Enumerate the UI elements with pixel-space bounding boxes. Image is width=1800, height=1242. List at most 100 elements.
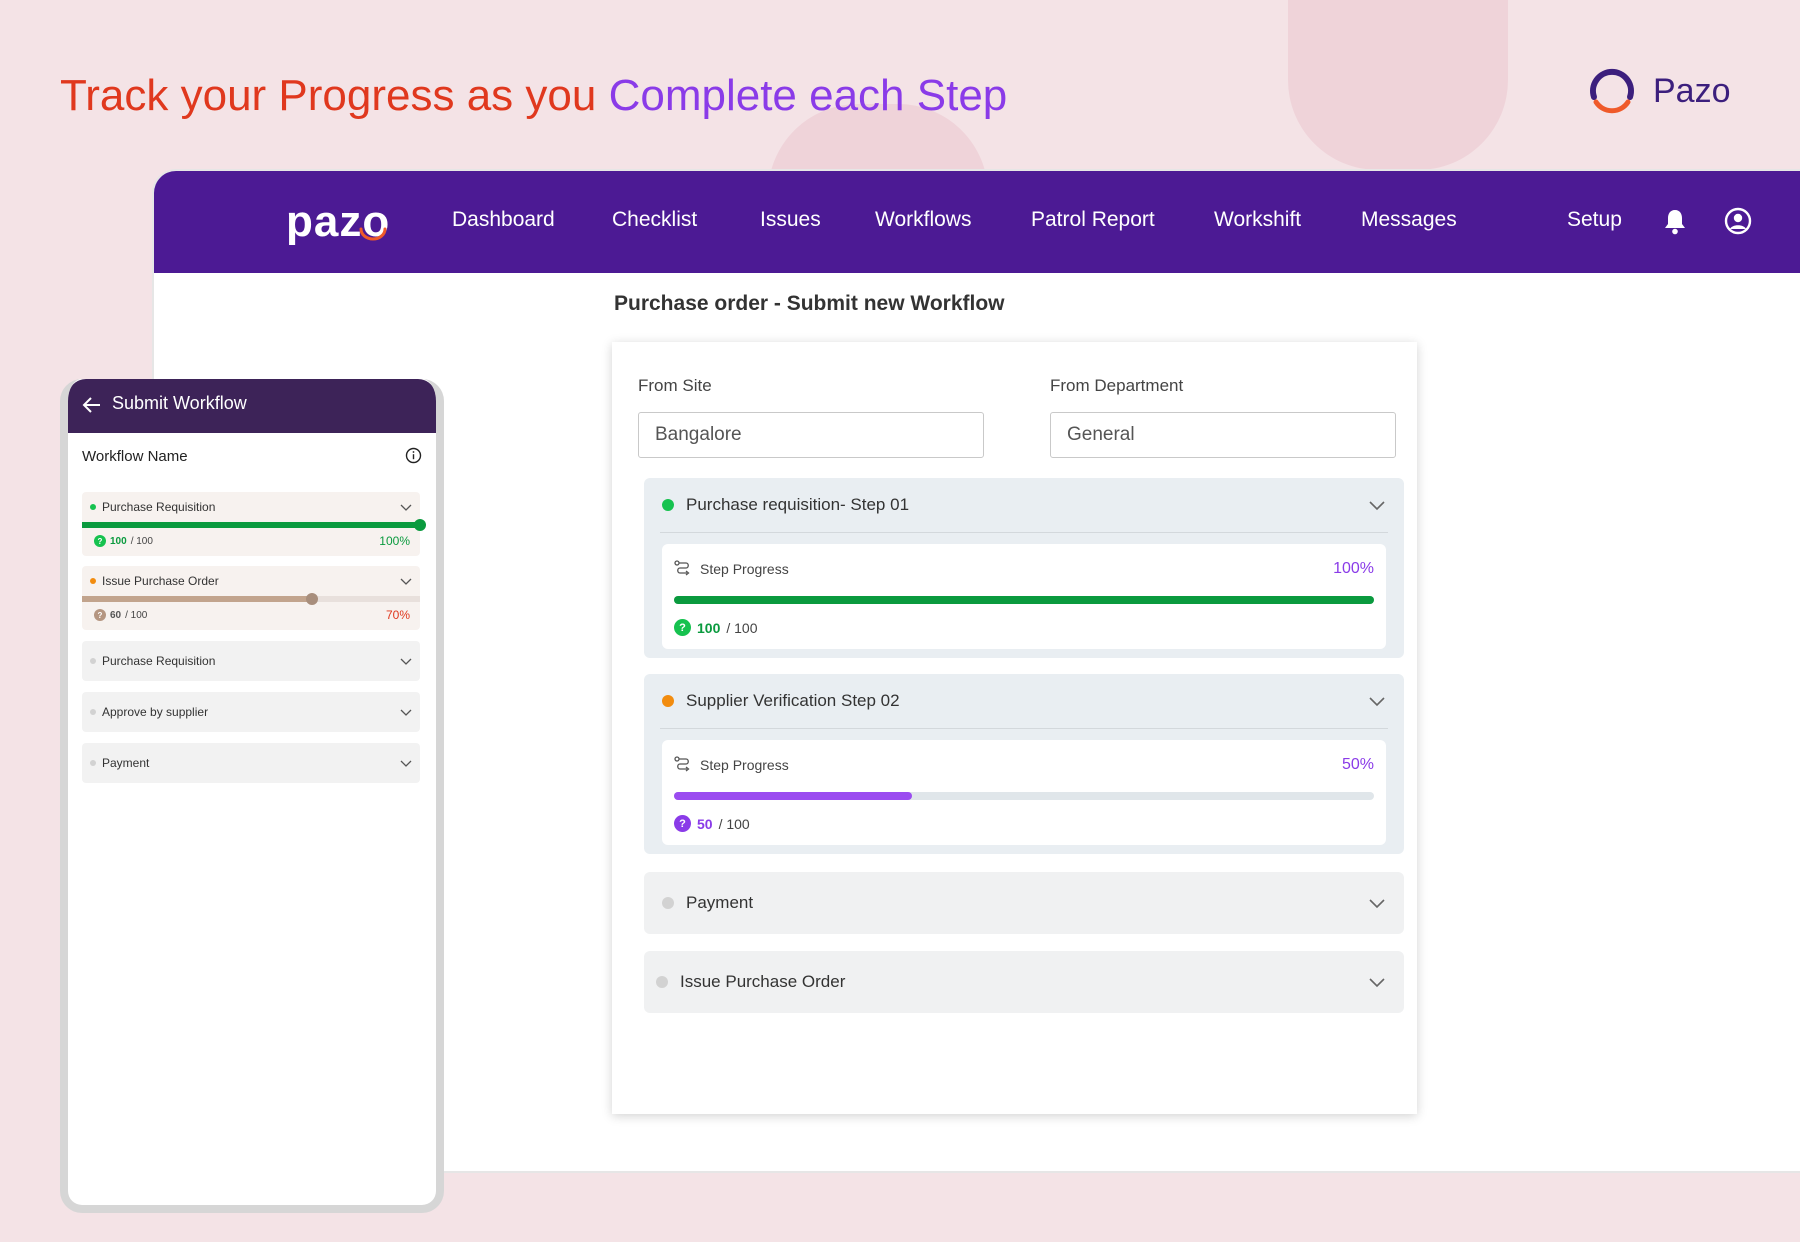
divider [660,728,1388,729]
step-progress-box: Step Progress 50% ? 50 / 100 [662,740,1386,845]
mobile-step-title: Payment [102,756,150,770]
step-progress-label: Step Progress [700,757,789,773]
mobile-title: Submit Workflow [112,393,247,413]
question-icon: ? [94,609,106,621]
divider [660,532,1388,533]
chevron-down-icon[interactable] [1368,695,1386,707]
progress-track [82,519,426,531]
step-title: Supplier Verification Step 02 [686,691,900,710]
status-dot-grey [662,897,674,909]
progress-fill [674,596,1374,604]
nav-workshift[interactable]: Workshift [1214,208,1301,232]
status-dot-orange [662,695,674,707]
question-icon: ? [94,535,106,547]
workflow-form-card: From Site Bangalore From Department Gene… [612,342,1417,1114]
pazo-logo-icon [1590,68,1634,114]
route-icon [674,756,690,772]
step-header-1[interactable]: Purchase requisition- Step 01 [644,478,1404,532]
nav-checklist[interactable]: Checklist [612,208,697,232]
step-section-3: Payment [644,872,1404,934]
from-department-input[interactable]: General [1050,412,1396,458]
step-section-1: Purchase requisition- Step 01 Step Progr… [644,478,1404,658]
mobile-step-header[interactable]: Approve by supplier [82,692,420,732]
status-dot-green [90,504,96,510]
mobile-step-header[interactable]: Payment [82,743,420,783]
status-dot-grey [90,760,96,766]
step-score: ? 100 / 100 [674,619,758,636]
nav-dashboard[interactable]: Dashboard [452,208,555,232]
chevron-down-icon[interactable] [400,503,412,511]
mobile-step-percent: 70% [385,608,410,622]
progress-fill [82,522,420,528]
bell-icon[interactable] [1662,207,1688,235]
chevron-down-icon[interactable] [1368,499,1386,511]
mobile-step-4: Approve by supplier [82,692,420,732]
progress-track [674,596,1374,604]
status-dot-grey [656,976,668,988]
status-dot-orange [90,578,96,584]
status-dot-green [662,499,674,511]
workflow-name-label: Workflow Name [82,448,188,465]
mobile-step-title: Purchase Requisition [102,500,216,514]
question-icon: ? [674,619,691,636]
step-title: Payment [686,893,754,912]
mobile-step-title: Purchase Requisition [102,654,216,668]
page-title: Purchase order - Submit new Workflow [614,292,1005,315]
from-department-label: From Department [1050,376,1184,395]
nav-messages[interactable]: Messages [1361,208,1457,232]
progress-handle[interactable] [305,593,318,605]
from-site-label: From Site [638,376,712,395]
mobile-step-header[interactable]: Issue Purchase Order [82,566,420,596]
nav-setup[interactable]: Setup [1567,208,1622,232]
headline-part-2: Complete each Step [608,71,1008,120]
background-blob [1288,0,1508,170]
step-title: Purchase requisition- Step 01 [686,495,910,514]
chevron-down-icon[interactable] [400,708,412,716]
mobile-step-header[interactable]: Purchase Requisition [82,641,420,681]
step-progress-label: Step Progress [700,561,789,577]
progress-fill [674,792,912,800]
question-icon: ? [674,815,691,832]
chevron-down-icon[interactable] [400,577,412,585]
step-progress-box: Step Progress 100% ? 100 / 100 [662,544,1386,649]
step-header-4[interactable]: Issue Purchase Order [644,951,1404,1013]
status-dot-grey [90,709,96,715]
nav-issues[interactable]: Issues [760,208,821,232]
route-icon [674,560,690,576]
chevron-down-icon[interactable] [400,657,412,665]
top-navbar: pazo Dashboard Checklist Issues Workflow… [154,171,1800,273]
mobile-step-2: Issue Purchase Order ? 60 / 100 70% [82,566,420,630]
logo-arc-icon [359,227,387,241]
mobile-panel: Submit Workflow Workflow Name Purchase R… [60,379,444,1213]
brand-name: Pazo [1653,71,1731,110]
headline-part-1: Track your Progress as you [60,71,597,120]
chevron-down-icon[interactable] [1368,897,1386,909]
mobile-step-score: ? 100 / 100 [94,535,153,547]
progress-track [82,593,420,605]
chevron-down-icon[interactable] [400,759,412,767]
mobile-step-1: Purchase Requisition ? 100 / 100 100% [82,492,426,556]
mobile-step-percent: 100% [379,534,410,548]
status-dot-grey [90,658,96,664]
arrow-left-icon[interactable] [82,396,102,414]
score-value: 50 [697,815,713,832]
step-score: ? 50 / 100 [674,815,750,832]
step-title: Issue Purchase Order [680,972,846,991]
user-circle-icon[interactable] [1724,207,1752,235]
step-section-2: Supplier Verification Step 02 Step Progr… [644,674,1404,854]
step-header-3[interactable]: Payment [644,872,1404,934]
from-site-input[interactable]: Bangalore [638,412,984,458]
nav-workflows[interactable]: Workflows [875,208,971,232]
headline: Track your Progress as you Complete each… [60,68,1007,124]
chevron-down-icon[interactable] [1368,976,1386,988]
step-header-2[interactable]: Supplier Verification Step 02 [644,674,1404,728]
mobile-step-title: Issue Purchase Order [102,574,219,588]
score-total: / 100 [726,619,758,636]
nav-patrol-report[interactable]: Patrol Report [1031,208,1155,232]
progress-handle[interactable] [414,519,426,531]
info-icon[interactable] [405,447,422,464]
mobile-step-header[interactable]: Purchase Requisition [82,492,420,522]
mobile-header: Submit Workflow [68,379,436,433]
step-progress-percent: 50% [1341,756,1374,773]
score-value: 60 [110,609,122,621]
